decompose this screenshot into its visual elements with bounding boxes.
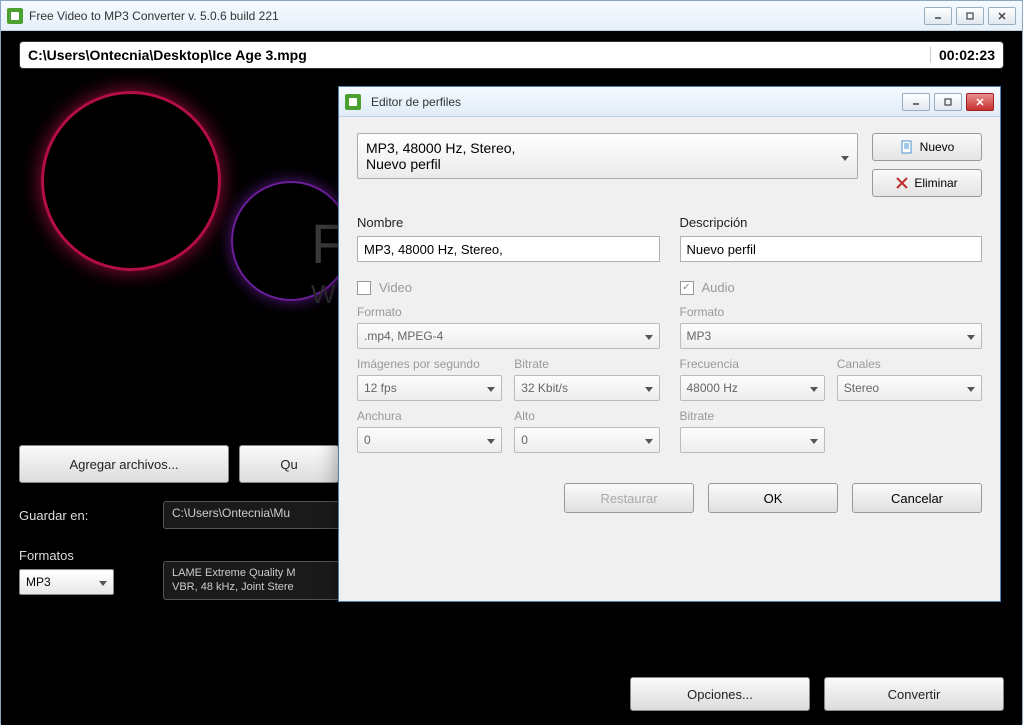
file-info-bar: C:\Users\Ontecnia\Desktop\Ice Age 3.mpg … bbox=[19, 41, 1004, 69]
chevron-down-icon bbox=[810, 381, 818, 395]
width-label: Anchura bbox=[357, 409, 502, 423]
audio-bitrate-combo[interactable] bbox=[680, 427, 825, 453]
frequency-combo[interactable]: 48000 Hz bbox=[680, 375, 825, 401]
audio-settings: Audio Formato MP3 Frecuencia 48000 Hz bbox=[680, 280, 983, 453]
profile-editor-dialog: Editor de perfiles MP3, 48000 Hz, Stereo… bbox=[338, 86, 1001, 602]
chevron-down-icon bbox=[967, 329, 975, 343]
channels-combo[interactable]: Stereo bbox=[837, 375, 982, 401]
ok-button[interactable]: OK bbox=[708, 483, 838, 513]
maximize-button[interactable] bbox=[956, 7, 984, 25]
description-label: Descripción bbox=[680, 215, 983, 230]
frequency-label: Frecuencia bbox=[680, 357, 825, 371]
format-value: MP3 bbox=[26, 575, 51, 589]
height-combo[interactable]: 0 bbox=[514, 427, 659, 453]
profile-line2: Nuevo perfil bbox=[366, 156, 849, 172]
audio-checkbox[interactable] bbox=[680, 281, 694, 295]
chevron-down-icon bbox=[645, 381, 653, 395]
audio-format-combo[interactable]: MP3 bbox=[680, 323, 983, 349]
minimize-button[interactable] bbox=[924, 7, 952, 25]
chevron-down-icon bbox=[487, 433, 495, 447]
chevron-down-icon bbox=[810, 433, 818, 447]
description-input[interactable] bbox=[680, 236, 983, 262]
close-button[interactable] bbox=[988, 7, 1016, 25]
dialog-close-button[interactable] bbox=[966, 93, 994, 111]
dialog-titlebar[interactable]: Editor de perfiles bbox=[339, 87, 1000, 117]
convert-button[interactable]: Convertir bbox=[824, 677, 1004, 711]
app-icon bbox=[345, 94, 361, 110]
file-duration: 00:02:23 bbox=[930, 47, 1003, 63]
cancel-button[interactable]: Cancelar bbox=[852, 483, 982, 513]
video-label: Video bbox=[379, 280, 412, 295]
height-label: Alto bbox=[514, 409, 659, 423]
chevron-down-icon bbox=[487, 381, 495, 395]
main-titlebar[interactable]: Free Video to MP3 Converter v. 5.0.6 bui… bbox=[1, 1, 1022, 31]
restore-button[interactable]: Restaurar bbox=[564, 483, 694, 513]
profile-select[interactable]: MP3, 48000 Hz, Stereo, Nuevo perfil bbox=[357, 133, 858, 179]
save-to-label: Guardar en: bbox=[19, 508, 149, 523]
remove-button[interactable]: Qu bbox=[239, 445, 339, 483]
formats-label: Formatos bbox=[19, 548, 149, 563]
fps-label: Imágenes por segundo bbox=[357, 357, 502, 371]
video-settings: Video Formato .mp4, MPEG-4 Imágenes por … bbox=[357, 280, 660, 453]
audio-label: Audio bbox=[702, 280, 735, 295]
delete-profile-button[interactable]: Eliminar bbox=[872, 169, 982, 197]
app-icon bbox=[7, 8, 23, 24]
audio-format-label: Formato bbox=[680, 305, 983, 319]
file-path: C:\Users\Ontecnia\Desktop\Ice Age 3.mpg bbox=[20, 47, 930, 63]
video-bitrate-combo[interactable]: 32 Kbit/s bbox=[514, 375, 659, 401]
chevron-down-icon bbox=[645, 433, 653, 447]
channels-label: Canales bbox=[837, 357, 982, 371]
name-label: Nombre bbox=[357, 215, 660, 230]
document-icon bbox=[900, 140, 914, 154]
video-checkbox[interactable] bbox=[357, 281, 371, 295]
audio-bitrate-label: Bitrate bbox=[680, 409, 825, 423]
profile-line1: MP3, 48000 Hz, Stereo, bbox=[366, 140, 849, 156]
main-window-title: Free Video to MP3 Converter v. 5.0.6 bui… bbox=[29, 9, 924, 23]
chevron-down-icon bbox=[841, 148, 849, 164]
format-select[interactable]: MP3 bbox=[19, 569, 114, 595]
delete-x-icon bbox=[896, 177, 908, 189]
dialog-minimize-button[interactable] bbox=[902, 93, 930, 111]
new-profile-button[interactable]: Nuevo bbox=[872, 133, 982, 161]
chevron-down-icon bbox=[645, 329, 653, 343]
video-format-label: Formato bbox=[357, 305, 660, 319]
width-combo[interactable]: 0 bbox=[357, 427, 502, 453]
chevron-down-icon bbox=[967, 381, 975, 395]
dialog-maximize-button[interactable] bbox=[934, 93, 962, 111]
add-files-button[interactable]: Agregar archivos... bbox=[19, 445, 229, 483]
chevron-down-icon bbox=[99, 575, 107, 589]
options-button[interactable]: Opciones... bbox=[630, 677, 810, 711]
video-bitrate-label: Bitrate bbox=[514, 357, 659, 371]
name-input[interactable] bbox=[357, 236, 660, 262]
dialog-title: Editor de perfiles bbox=[371, 95, 902, 109]
video-format-combo[interactable]: .mp4, MPEG-4 bbox=[357, 323, 660, 349]
fps-combo[interactable]: 12 fps bbox=[357, 375, 502, 401]
